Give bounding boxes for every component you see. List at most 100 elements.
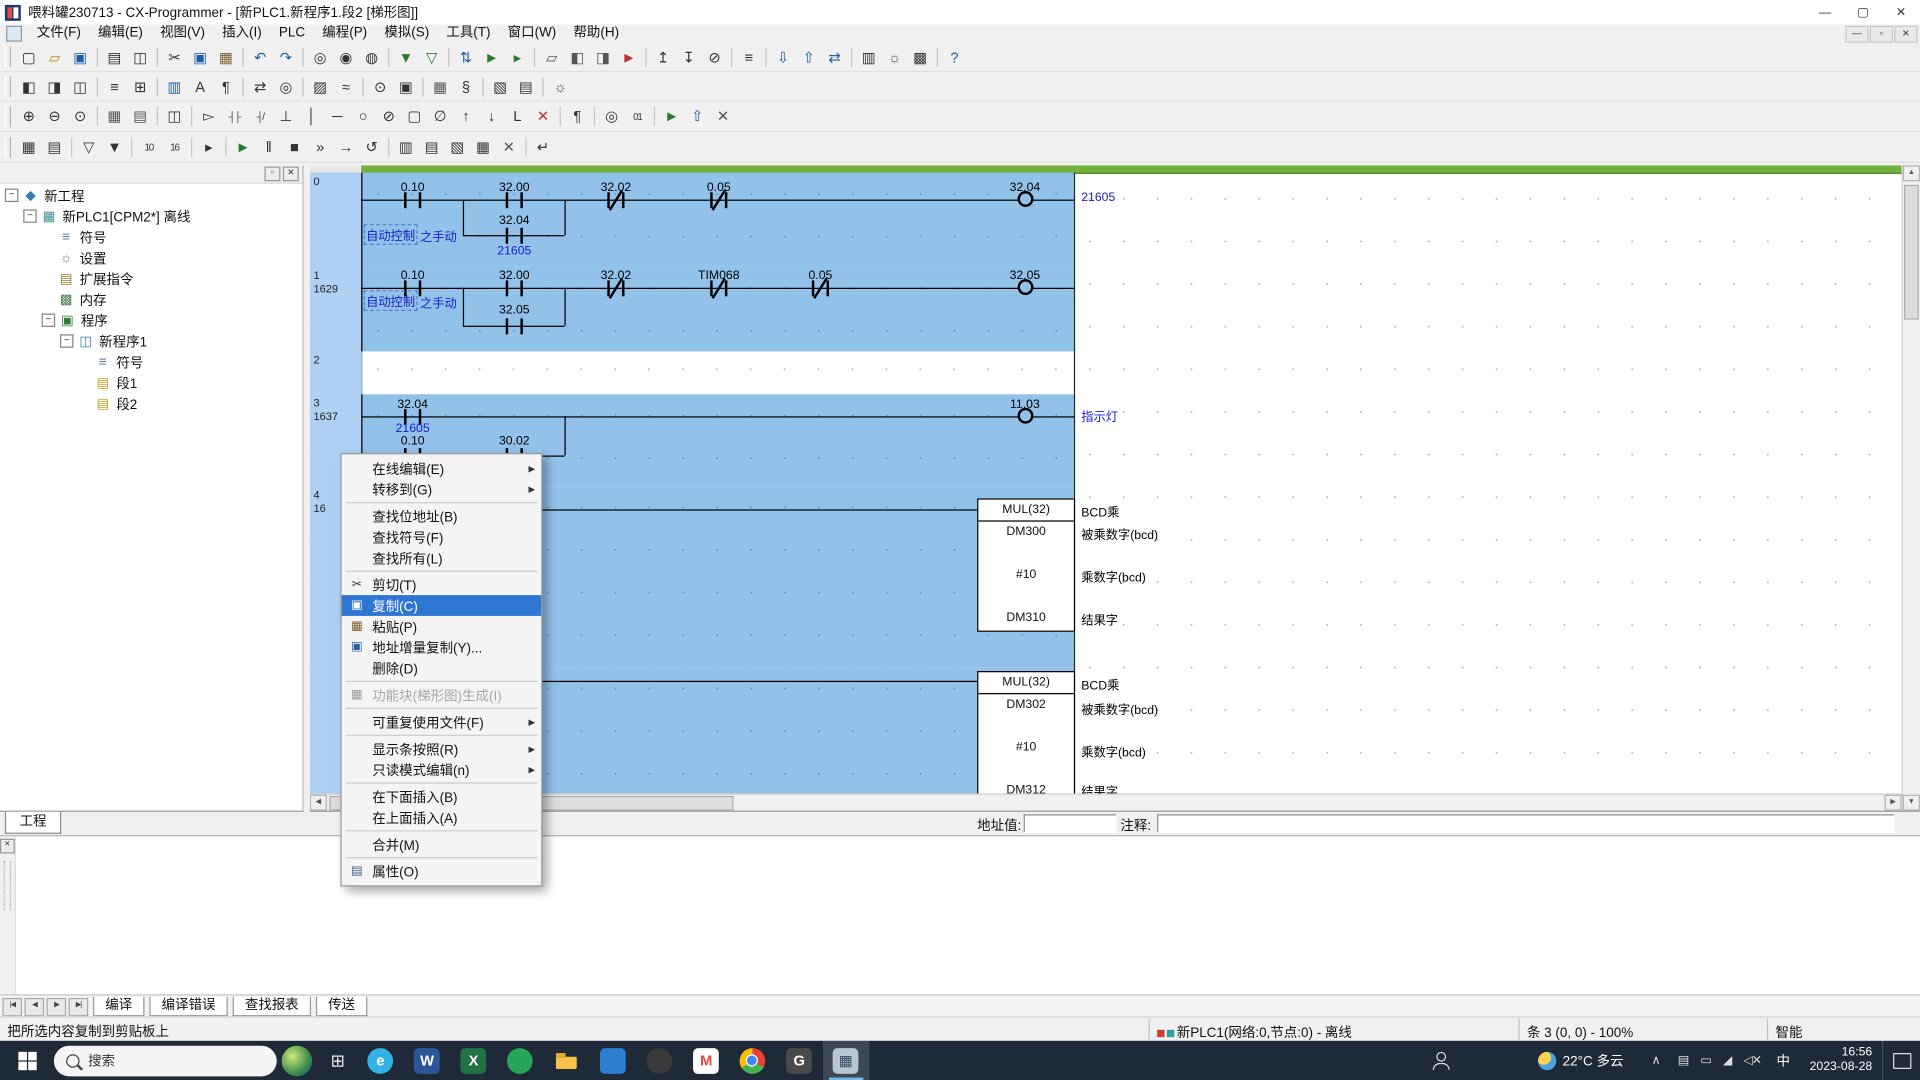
menu-edit[interactable]: 编辑(E) (89, 24, 151, 42)
tree-item-new-project[interactable]: −◆新工程 (0, 185, 302, 206)
vertical-scrollbar[interactable]: ▲ ▼ (1902, 165, 1920, 810)
cut-button[interactable]: ✂ (162, 45, 188, 69)
filter-down-button[interactable]: ▽ (76, 135, 102, 159)
context-menu-item-find-bit-address[interactable]: 查找位地址(B) (342, 506, 542, 527)
open-button[interactable]: ▱ (42, 45, 68, 69)
compile-all-button[interactable]: ▽ (419, 45, 445, 69)
tree-item-programs[interactable]: −▣程序 (0, 310, 302, 331)
tab-first-button[interactable]: |◀ (2, 997, 22, 1015)
scroll-down-button[interactable]: ▼ (1903, 795, 1920, 811)
taskbar-app-cx-programmer[interactable]: ▦ (823, 1041, 870, 1080)
avatar[interactable] (282, 1045, 313, 1076)
force-off-button[interactable]: ↧ (676, 45, 702, 69)
step-mode-button[interactable]: ▸ (196, 135, 222, 159)
people-icon[interactable] (1430, 1051, 1450, 1069)
tree-item-memory[interactable]: ▩内存 (0, 289, 302, 310)
taskbar-app-google-app[interactable]: G (776, 1041, 823, 1080)
save-button[interactable]: ▣ (67, 45, 93, 69)
print-preview-button[interactable]: ◫ (127, 45, 153, 69)
context-menu-item-reusable-file[interactable]: 可重复使用文件(F)▶ (342, 711, 542, 732)
find-symbol-button[interactable]: ◉ (333, 45, 359, 69)
filter-up-button[interactable]: ▼ (102, 135, 128, 159)
scroll-up-button[interactable]: ▲ (1903, 165, 1920, 181)
differentiate-down-button[interactable]: ↓ (479, 104, 505, 128)
tray-expand-chevron[interactable]: ∧ (1652, 1054, 1661, 1067)
view-watch-button[interactable]: ◫ (67, 74, 93, 98)
zoom-in-button[interactable]: ⊕ (16, 104, 42, 128)
new-instruction-button[interactable]: ▢ (402, 104, 428, 128)
taskbar-app-excel[interactable]: X (450, 1041, 497, 1080)
show-comments-button[interactable]: § (453, 74, 479, 98)
pen-workspace-icon[interactable]: ▤ (1678, 1054, 1688, 1067)
new-contact-button[interactable]: ┤├ (222, 104, 248, 128)
taskbar-app-chrome[interactable] (729, 1041, 776, 1080)
context-menu-item-paste[interactable]: ▦粘贴(P) (342, 616, 542, 637)
monitor-data-button[interactable]: ▨ (307, 74, 333, 98)
new-vertical-line-button[interactable]: │ (299, 104, 325, 128)
project-tab[interactable]: 工程 (5, 812, 61, 834)
sim-pause-button[interactable]: ‖ (256, 135, 282, 159)
view-output-button[interactable]: ◨ (42, 74, 68, 98)
overview-map-button[interactable]: ◫ (162, 104, 188, 128)
taskbar-weather[interactable]: 22°C 多云 (1538, 1051, 1623, 1071)
panel-float-button[interactable]: ▫ (264, 167, 280, 182)
online-edit-begin-button[interactable]: ► (659, 104, 685, 128)
watch-tool-button[interactable]: ◎ (599, 104, 625, 128)
address-reference-button[interactable]: ◎ (273, 74, 299, 98)
context-menu-item-go-to[interactable]: 转移到(G)▶ (342, 479, 542, 500)
menu-file[interactable]: 文件(F) (28, 24, 89, 42)
menu-simulation[interactable]: 模拟(S) (376, 24, 438, 42)
battery-icon[interactable]: ▭ (1700, 1054, 1710, 1067)
sim-run-to-button[interactable]: → (333, 135, 359, 159)
context-menu-item-copy[interactable]: ▣复制(C) (342, 595, 542, 616)
comment-field[interactable] (1157, 814, 1894, 832)
tree-item-new-program1[interactable]: −◫新程序1 (0, 331, 302, 352)
new-button[interactable]: ▢ (16, 45, 42, 69)
sim-stop-button[interactable]: ■ (282, 135, 308, 159)
tab-transfer[interactable]: 传送 (316, 997, 367, 1017)
find-replace-button[interactable]: ◍ (359, 45, 385, 69)
address-value-field[interactable] (1024, 814, 1117, 832)
tree-expander[interactable]: − (5, 189, 18, 202)
branch-contact[interactable] (506, 228, 523, 244)
taskbar-app-edge[interactable]: e (357, 1041, 404, 1080)
ladder-view-button[interactable]: ⊞ (127, 74, 153, 98)
debug-mode-button[interactable]: ◧ (564, 45, 590, 69)
set-value-button[interactable]: ≡ (736, 45, 762, 69)
simulator-run-button[interactable]: ▸ (504, 45, 530, 69)
window-tile-vertical-button[interactable]: ▤ (419, 135, 445, 159)
taskbar-search-input[interactable]: 搜索 (54, 1045, 277, 1076)
tab-compile-errors[interactable]: 编译错误 (149, 997, 227, 1017)
tab-prev-button[interactable]: ◀ (24, 997, 44, 1015)
context-menu-item-merge[interactable]: 合并(M) (342, 834, 542, 855)
copy-button[interactable]: ▣ (187, 45, 213, 69)
window-cascade-2-button[interactable]: ▧ (444, 135, 470, 159)
maximize-button[interactable]: ▢ (1844, 0, 1882, 24)
taskbar-app-blue-app[interactable] (590, 1041, 637, 1080)
force-on-button[interactable]: ↥ (650, 45, 676, 69)
work-online-button[interactable]: ⇅ (453, 45, 479, 69)
tree-item-program-symbols[interactable]: ≡符号 (0, 351, 302, 372)
memory-button[interactable]: ▩ (907, 45, 933, 69)
window-tile-button[interactable]: ▤ (513, 74, 539, 98)
online-edit-cancel-button[interactable]: ✕ (710, 104, 736, 128)
program-mode-button[interactable]: ▱ (539, 45, 565, 69)
grid-button[interactable]: ▦ (102, 104, 128, 128)
sim-reset-button[interactable]: ↺ (359, 135, 385, 159)
branch-contact[interactable] (506, 318, 523, 334)
force-cancel-button[interactable]: ⊘ (702, 45, 728, 69)
io-graphic-button[interactable]: ▦ (16, 135, 42, 159)
tab-last-button[interactable]: ▶| (69, 997, 89, 1015)
context-menu-item-insert-row-above[interactable]: 在上面插入(A) (342, 807, 542, 828)
taskbar-app-green-app[interactable] (497, 1041, 544, 1080)
scroll-right-button[interactable]: ▶ (1884, 795, 1901, 811)
tree-item-section1[interactable]: ▤段1 (0, 372, 302, 393)
taskbar-app-word[interactable]: W (404, 1041, 451, 1080)
context-menu-item-address-incremental-copy[interactable]: ▣地址增量复制(Y)... (342, 637, 542, 658)
task-view-button[interactable]: ⊞ (331, 1050, 345, 1071)
tab-compile[interactable]: 编译 (93, 997, 144, 1017)
menu-window[interactable]: 窗口(W) (499, 24, 565, 42)
comment-tool-button[interactable]: ¶ (564, 104, 590, 128)
context-menu-item-find-symbol[interactable]: 查找符号(F) (342, 527, 542, 548)
taskbar-app-file-explorer[interactable] (543, 1041, 590, 1080)
